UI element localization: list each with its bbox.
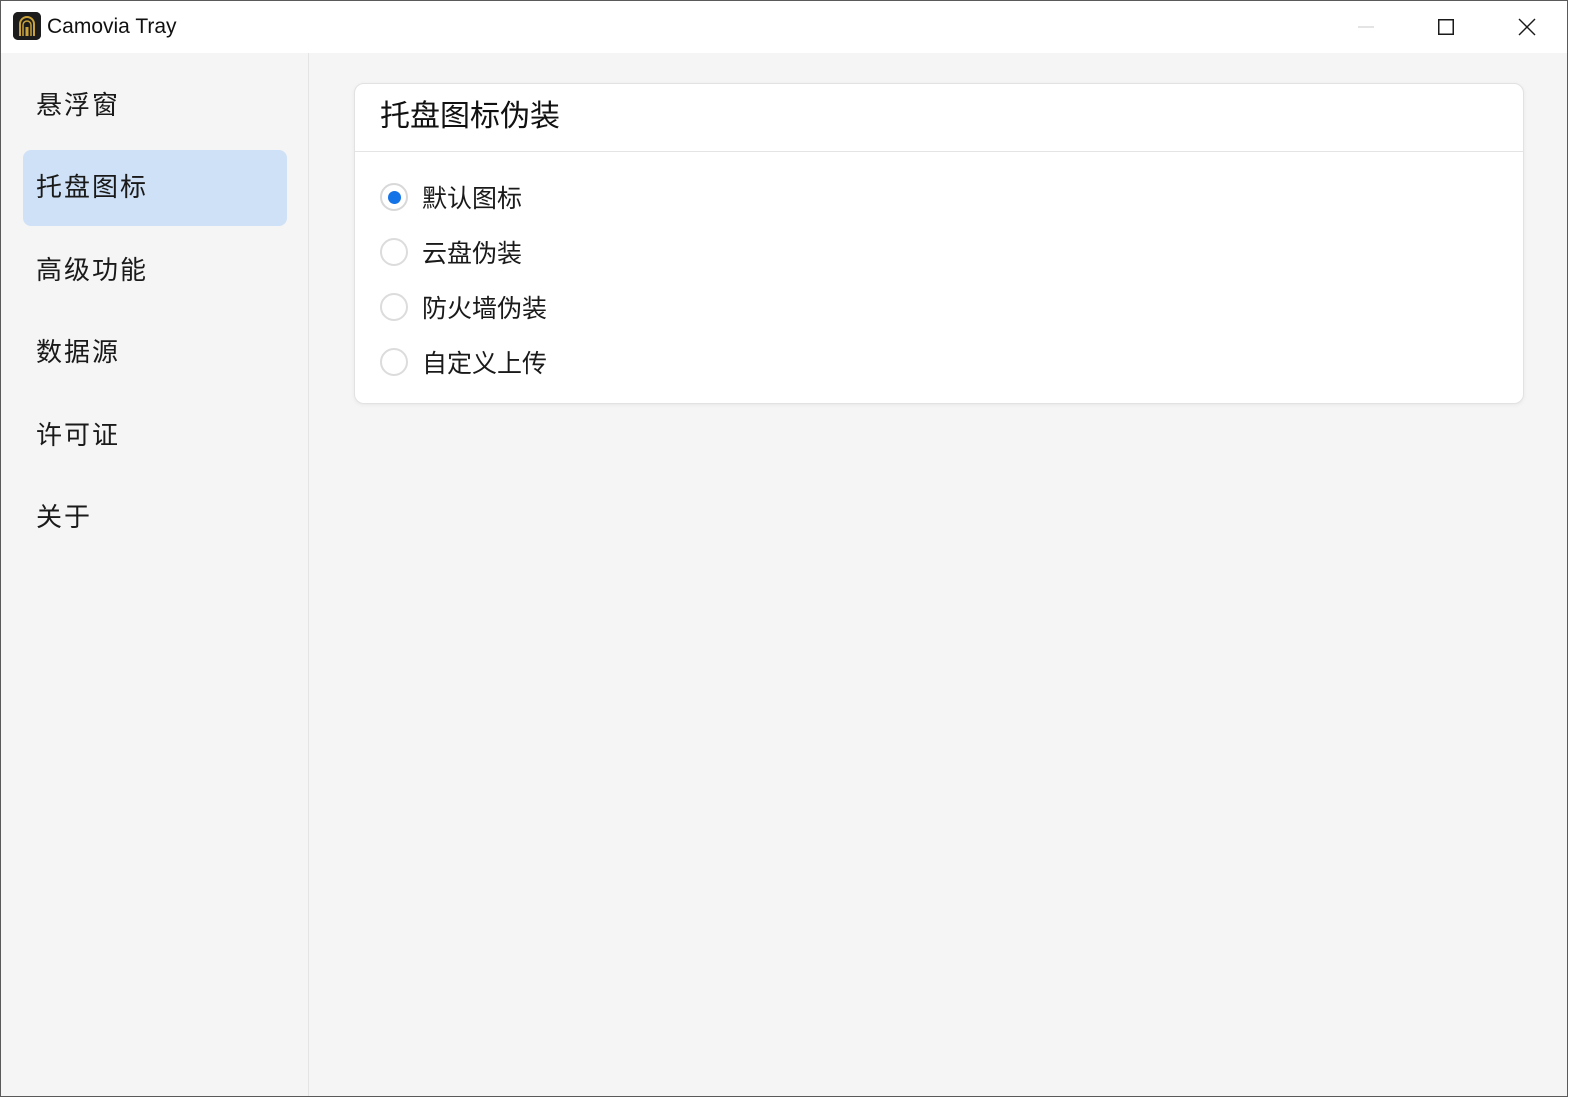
app-logo-icon [13, 12, 41, 40]
maximize-icon [1438, 19, 1454, 35]
sidebar: 悬浮窗 托盘图标 高级功能 数据源 许可证 关于 [1, 53, 309, 1096]
radio-dot-icon [387, 190, 401, 204]
minimize-icon [1358, 26, 1374, 28]
close-icon [1518, 18, 1536, 36]
radio-option-default-icon[interactable]: 默认图标 [380, 177, 522, 217]
minimize-button[interactable] [1326, 1, 1406, 53]
radio-button[interactable] [380, 348, 408, 376]
sidebar-item-advanced[interactable]: 高级功能 [23, 233, 287, 309]
app-title: Camovia Tray [47, 15, 177, 38]
radio-option-cloud-disguise[interactable]: 云盘伪装 [380, 232, 522, 272]
sidebar-item-license[interactable]: 许可证 [23, 398, 287, 474]
main-content: 托盘图标伪装 默认图标 云盘伪装 防火墙伪装 自定义上传 [309, 53, 1567, 1096]
sidebar-item-tray-icon[interactable]: 托盘图标 [23, 150, 287, 226]
radio-button[interactable] [380, 293, 408, 321]
close-button[interactable] [1487, 1, 1567, 53]
radio-label: 自定义上传 [422, 349, 548, 378]
card-title: 托盘图标伪装 [355, 84, 1523, 152]
sidebar-item-floating-window[interactable]: 悬浮窗 [23, 68, 287, 144]
sidebar-item-data-source[interactable]: 数据源 [23, 315, 287, 391]
title-bar[interactable]: Camovia Tray [1, 1, 1567, 53]
app-window: Camovia Tray 悬浮窗 托盘图标 高级功能 数据源 许可证 关于 托盘… [0, 0, 1568, 1097]
radio-label: 云盘伪装 [422, 239, 523, 268]
radio-label: 防火墙伪装 [422, 294, 548, 323]
radio-option-firewall-disguise[interactable]: 防火墙伪装 [380, 287, 547, 327]
radio-option-custom-upload[interactable]: 自定义上传 [380, 342, 547, 382]
radio-button-checked[interactable] [380, 183, 408, 211]
tray-icon-disguise-card: 托盘图标伪装 默认图标 云盘伪装 防火墙伪装 自定义上传 [354, 83, 1524, 404]
maximize-button[interactable] [1406, 1, 1486, 53]
radio-button[interactable] [380, 238, 408, 266]
sidebar-item-about[interactable]: 关于 [23, 480, 287, 556]
radio-label: 默认图标 [422, 184, 523, 213]
